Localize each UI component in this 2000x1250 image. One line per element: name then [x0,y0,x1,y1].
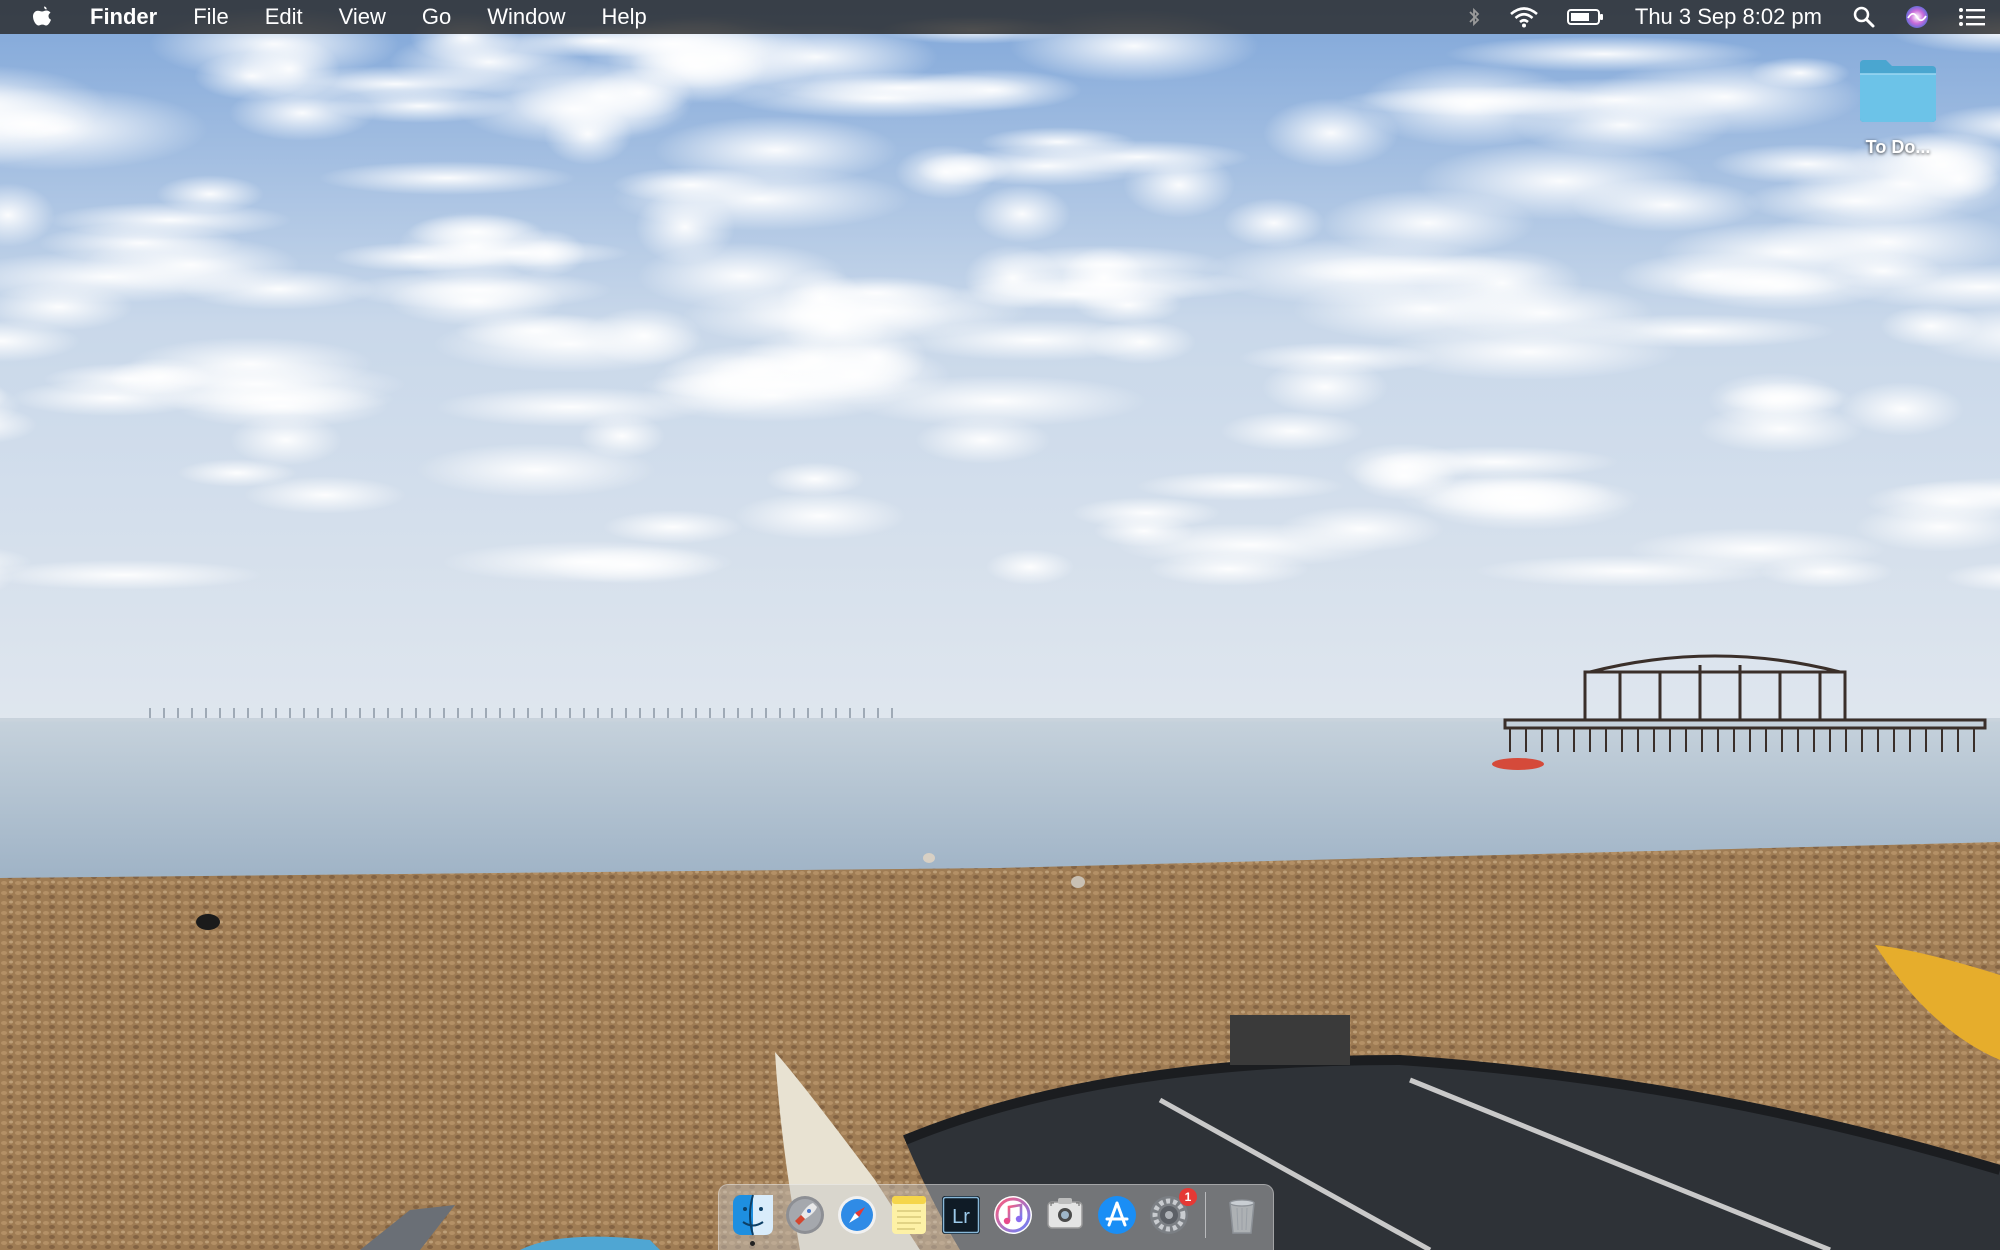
battery-icon[interactable] [1566,0,1605,34]
lightroom-icon[interactable]: Lr [939,1193,983,1237]
bluetooth-icon[interactable] [1467,0,1481,34]
safari-icon[interactable] [835,1193,879,1237]
desktop-folder-label: To Do... [1865,137,1931,157]
menu-help[interactable]: Help [584,0,665,34]
launchpad-icon[interactable] [783,1193,827,1237]
dock-separator [1205,1191,1206,1238]
apple-menu-icon[interactable] [28,3,56,31]
menu-file[interactable]: File [175,0,246,34]
menu-app-finder[interactable]: Finder [84,0,175,34]
folder-icon [1860,60,1936,122]
system-preferences-icon[interactable]: 1 [1147,1187,1197,1237]
notes-icon[interactable] [887,1193,931,1237]
itunes-icon[interactable] [991,1193,1035,1237]
menu-view[interactable]: View [321,0,404,34]
desktop-wallpaper [0,0,2000,1250]
notification-center-icon[interactable] [1958,0,1986,34]
menu-edit[interactable]: Edit [247,0,321,34]
screenshot-icon[interactable] [1043,1193,1087,1237]
siri-icon[interactable] [1904,0,1930,34]
menu-window[interactable]: Window [469,0,583,34]
app-store-icon[interactable] [1095,1193,1139,1237]
running-indicator [750,1240,755,1246]
menu-go[interactable]: Go [404,0,469,34]
trash-icon[interactable] [1220,1193,1264,1237]
notification-badge: 1 [1179,1187,1197,1206]
desktop-folder-to-do[interactable]: To Do... [1852,56,1944,158]
menubar-clock[interactable]: Thu 3 Sep 8:02 pm [1635,4,1822,30]
menu-bar: Finder File Edit View Go Window Help Thu… [0,0,2000,34]
dock: Lr 1 [718,1184,1274,1250]
finder-icon[interactable] [731,1193,775,1246]
spotlight-search-icon[interactable] [1852,0,1876,34]
lightroom-label: Lr [952,1206,970,1228]
wifi-icon[interactable] [1509,0,1539,34]
